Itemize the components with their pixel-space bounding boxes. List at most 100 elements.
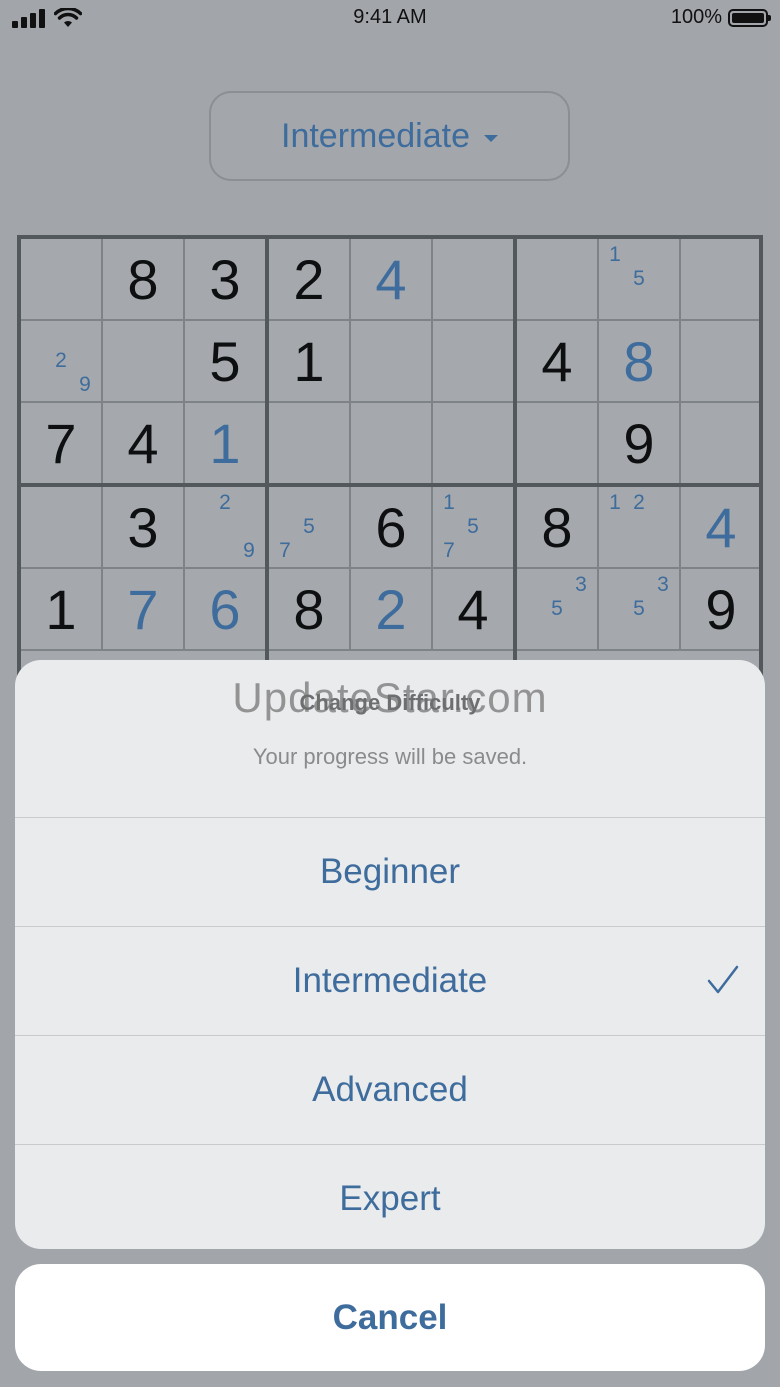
sudoku-cell[interactable]: 4 (681, 487, 759, 569)
sudoku-cell[interactable] (681, 239, 759, 321)
note-digit (603, 267, 627, 291)
sudoku-cell[interactable]: 8 (269, 569, 351, 651)
note-digit (651, 621, 675, 645)
note-digit (237, 515, 261, 539)
sudoku-cell[interactable]: 4 (351, 239, 433, 321)
difficulty-selector-button[interactable]: Intermediate (209, 91, 570, 181)
cell-notes: 57 (273, 491, 345, 563)
note-digit (273, 515, 297, 539)
note-digit (49, 325, 73, 349)
sudoku-cell[interactable] (21, 487, 103, 569)
sudoku-cell[interactable] (433, 239, 515, 321)
sudoku-cell[interactable] (351, 321, 433, 403)
sudoku-cell[interactable]: 4 (517, 321, 599, 403)
note-digit (651, 267, 675, 291)
sudoku-cell[interactable]: 12 (599, 487, 681, 569)
cancel-label: Cancel (332, 1297, 448, 1337)
note-digit (651, 243, 675, 267)
note-digit (651, 291, 675, 315)
sudoku-cell[interactable] (21, 239, 103, 321)
sudoku-cell[interactable]: 29 (185, 487, 267, 569)
sudoku-cell[interactable]: 35 (599, 569, 681, 651)
cell-value: 3 (209, 247, 241, 311)
note-digit (521, 573, 545, 597)
cell-value: 6 (375, 495, 407, 559)
sudoku-cell[interactable]: 6 (185, 569, 267, 651)
battery-percent: 100% (670, 6, 722, 28)
chevron-down-icon (484, 134, 498, 142)
sudoku-cell[interactable]: 3 (103, 487, 185, 569)
option-intermediate[interactable]: Intermediate (15, 927, 765, 1036)
sudoku-cell[interactable] (681, 403, 759, 485)
sudoku-cell[interactable] (433, 403, 515, 485)
note-digit (569, 597, 593, 621)
cell-value: 7 (127, 577, 159, 641)
option-label: Expert (339, 1179, 441, 1218)
note-digit (213, 515, 237, 539)
note-digit (73, 349, 97, 373)
note-digit (485, 491, 509, 515)
note-digit (603, 597, 627, 621)
sudoku-cell[interactable]: 6 (351, 487, 433, 569)
sudoku-cell[interactable]: 29 (21, 321, 103, 403)
note-digit (237, 491, 261, 515)
option-expert[interactable]: Expert (15, 1145, 765, 1249)
option-beginner[interactable]: Beginner (15, 818, 765, 927)
note-digit (49, 373, 73, 397)
note-digit (651, 515, 675, 539)
cancel-button[interactable]: Cancel (15, 1264, 765, 1371)
note-digit: 2 (55, 349, 67, 372)
sudoku-cell[interactable]: 5 (185, 321, 267, 403)
sudoku-cell[interactable]: 3 (185, 239, 267, 321)
sudoku-cell[interactable]: 8 (517, 487, 599, 569)
sudoku-cell[interactable]: 8 (599, 321, 681, 403)
sudoku-cell[interactable]: 4 (433, 569, 515, 651)
sudoku-cell[interactable]: 157 (433, 487, 515, 569)
sudoku-cell[interactable] (103, 321, 185, 403)
sudoku-cell[interactable]: 2 (269, 239, 351, 321)
cell-value: 4 (705, 495, 737, 559)
note-digit (73, 325, 97, 349)
sudoku-cell[interactable]: 9 (681, 569, 759, 651)
note-digit (297, 491, 321, 515)
sudoku-cell[interactable] (351, 403, 433, 485)
sudoku-cell[interactable]: 8 (103, 239, 185, 321)
cell-value: 8 (293, 577, 325, 641)
cell-value: 2 (293, 247, 325, 311)
note-digit (651, 491, 675, 515)
note-digit (603, 539, 627, 563)
sudoku-cell[interactable]: 1 (269, 321, 351, 403)
sudoku-cell[interactable] (517, 403, 599, 485)
sudoku-cell[interactable]: 2 (351, 569, 433, 651)
sudoku-cell[interactable]: 15 (599, 239, 681, 321)
option-advanced[interactable]: Advanced (15, 1036, 765, 1145)
sudoku-cell[interactable] (681, 321, 759, 403)
note-digit (521, 597, 545, 621)
note-digit (485, 515, 509, 539)
sudoku-cell[interactable]: 1 (185, 403, 267, 485)
status-time: 9:41 AM (353, 6, 427, 28)
cell-value: 9 (705, 577, 737, 641)
watermark: UpdateStar.com (232, 674, 548, 721)
sudoku-cell[interactable]: 57 (269, 487, 351, 569)
sudoku-cell[interactable]: 1 (21, 569, 103, 651)
note-digit: 2 (633, 491, 645, 514)
cell-notes: 35 (521, 573, 593, 645)
cell-value: 3 (127, 495, 159, 559)
sudoku-cell[interactable] (269, 403, 351, 485)
sudoku-cell[interactable] (433, 321, 515, 403)
note-digit: 7 (279, 539, 291, 562)
note-digit (603, 515, 627, 539)
sudoku-cell[interactable]: 35 (517, 569, 599, 651)
option-label: Intermediate (292, 961, 488, 1000)
sudoku-cell[interactable]: 4 (103, 403, 185, 485)
cell-value: 5 (209, 329, 241, 393)
note-digit: 9 (79, 373, 91, 396)
sudoku-cell[interactable]: 9 (599, 403, 681, 485)
cell-value: 7 (45, 411, 77, 475)
sudoku-cell[interactable]: 7 (21, 403, 103, 485)
note-digit (569, 621, 593, 645)
sudoku-cell[interactable] (517, 239, 599, 321)
sudoku-cell[interactable]: 7 (103, 569, 185, 651)
option-label: Advanced (312, 1070, 468, 1109)
